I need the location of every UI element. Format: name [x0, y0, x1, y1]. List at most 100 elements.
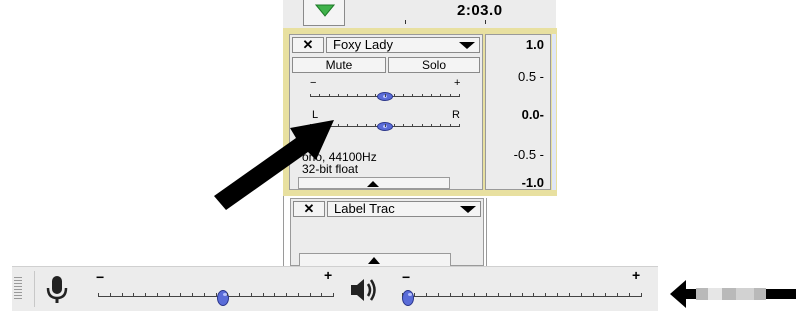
slider-tick [412, 124, 413, 127]
timeline-ruler[interactable]: 2:03.0 [283, 0, 556, 29]
slider-tick [569, 293, 570, 296]
slider-tick [510, 293, 511, 296]
slider-tick [347, 94, 348, 97]
ruler-label: -1.0 [521, 175, 544, 190]
ruler-label: -0.5 - [513, 147, 544, 162]
mute-button[interactable]: Mute [292, 57, 386, 73]
slider-tick [375, 124, 376, 127]
slider-tick [605, 293, 606, 296]
slider-tick [216, 293, 217, 296]
timeline-time-label: 2:03.0 [457, 2, 503, 19]
slider-tick [98, 293, 99, 296]
slider-tick [440, 94, 441, 97]
slider-tick [204, 293, 205, 296]
label-track-name-menu[interactable]: Label Trac [327, 201, 481, 217]
slider-tick [450, 124, 451, 127]
slider-tick [329, 94, 330, 97]
timeline-tick [485, 20, 486, 24]
slider-tick [422, 124, 423, 127]
slider-tick [394, 124, 395, 127]
speaker-icon [351, 279, 376, 301]
slider-tick [438, 293, 439, 296]
slider-tick [375, 94, 376, 97]
slider-tick [310, 94, 311, 97]
slider-tick [474, 293, 475, 296]
slider-tick [298, 293, 299, 296]
slider-tick [533, 293, 534, 296]
slider-tick [459, 94, 460, 97]
slider-tick [557, 293, 558, 296]
playback-volume-rail [402, 296, 642, 297]
slider-tick [366, 124, 367, 127]
label-track-collapse-button[interactable] [299, 253, 451, 267]
slider-tick [629, 293, 630, 296]
track-name-menu[interactable]: Foxy Lady [326, 37, 480, 53]
slider-tick [385, 124, 386, 127]
slider-tick [145, 293, 146, 296]
slider-tick [385, 94, 386, 97]
slider-tick [366, 94, 367, 97]
slider-tick [440, 124, 441, 127]
slider-tick [450, 94, 451, 97]
slider-tick [394, 94, 395, 97]
slider-tick [169, 293, 170, 296]
slider-tick [321, 293, 322, 296]
slider-tick [347, 124, 348, 127]
ruler-label: 0.0- [521, 107, 544, 122]
recording-volume-rail [98, 296, 334, 297]
recording-volume-slider[interactable] [98, 287, 334, 306]
track-name-label: Foxy Lady [333, 37, 393, 52]
slider-tick [522, 293, 523, 296]
slider-tick [403, 94, 404, 97]
slider-tick [338, 94, 339, 97]
slider-tick [581, 293, 582, 296]
slider-tick [431, 94, 432, 97]
microphone-icon [46, 276, 68, 303]
triangle-up-icon [367, 181, 379, 187]
mixer-toolbar: − + − + [12, 266, 658, 311]
gain-minus-label: − [310, 77, 317, 89]
playback-volume-slider[interactable] [402, 287, 642, 306]
slider-tick [286, 293, 287, 296]
slider-tick [641, 293, 642, 296]
slider-tick [357, 94, 358, 97]
label-track-divider [486, 198, 487, 268]
slider-tick [310, 293, 311, 296]
toolbar-separator [34, 271, 35, 307]
slider-tick [110, 293, 111, 296]
slider-tick [402, 293, 403, 296]
track-close-button[interactable]: ✕ [292, 37, 324, 53]
annotation-arrow [214, 120, 334, 210]
slider-tick [422, 94, 423, 97]
slider-tick [426, 293, 427, 296]
gain-plus-label: + [454, 77, 461, 89]
slider-tick [192, 293, 193, 296]
record-volume-plus-label: + [324, 267, 333, 283]
slider-tick [545, 293, 546, 296]
solo-button[interactable]: Solo [388, 57, 480, 73]
slider-tick [412, 94, 413, 97]
slider-tick [180, 293, 181, 296]
ruler-label: 1.0 [525, 37, 544, 52]
ruler-label: 0.5 - [517, 69, 544, 84]
triangle-down-icon [460, 206, 476, 213]
play-region-button[interactable] [303, 0, 345, 26]
annotation-arrow-left [670, 280, 796, 308]
playback-volume-thumb[interactable] [402, 290, 414, 306]
toolbar-grip-handle[interactable] [14, 277, 22, 301]
waveform-area[interactable] [552, 34, 556, 190]
record-volume-minus-label: − [96, 269, 105, 285]
slider-tick [403, 124, 404, 127]
triangle-down-green-icon [315, 4, 335, 17]
slider-tick [462, 293, 463, 296]
slider-tick [459, 124, 460, 127]
slider-tick [239, 293, 240, 296]
slider-tick [486, 293, 487, 296]
slider-tick [319, 94, 320, 97]
slider-tick [414, 293, 415, 296]
track-header: ✕ Foxy Lady [290, 35, 482, 55]
slider-tick [133, 293, 134, 296]
label-track-name-label: Label Trac [334, 201, 395, 216]
amplitude-ruler: 1.0 0.5 - 0.0- -0.5 - -1.0 [485, 34, 551, 190]
slider-tick [122, 293, 123, 296]
